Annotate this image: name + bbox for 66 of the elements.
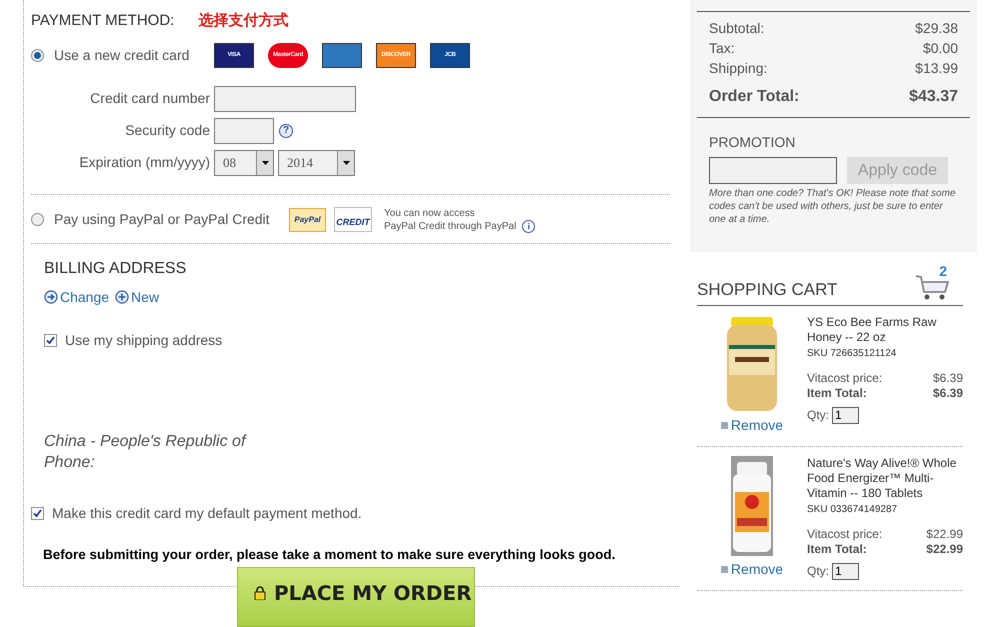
- caret-icon: [342, 160, 350, 164]
- paypal-note: You can now access: [384, 206, 476, 220]
- remove-link[interactable]: Remove: [720, 559, 784, 580]
- summary-label: Tax:: [709, 39, 735, 57]
- card-number-field[interactable]: [214, 86, 356, 112]
- radio-button[interactable]: [31, 213, 44, 226]
- section-note: 选择支付方式: [198, 11, 288, 31]
- option-label: Use a new credit card: [54, 46, 190, 64]
- plus-circle-icon: [115, 290, 130, 304]
- remove-link[interactable]: Remove: [720, 415, 784, 436]
- summary-value: $13.99: [915, 59, 958, 77]
- summary-value: $29.38: [915, 19, 958, 37]
- section-title: PAYMENT METHOD:: [31, 11, 174, 31]
- product-name[interactable]: YS Eco Bee Farms Raw Honey -- 22 oz: [807, 315, 963, 345]
- arrow-circle-icon: [44, 290, 58, 304]
- checkbox[interactable]: [44, 334, 57, 346]
- security-code-field[interactable]: [214, 118, 274, 144]
- qty-label: Qty:: [807, 564, 830, 579]
- lock-icon: [254, 586, 266, 600]
- summary-label: Shipping:: [709, 59, 768, 77]
- section-title: SHOPPING CART: [697, 278, 838, 300]
- dropdown[interactable]: 08: [214, 150, 274, 176]
- quantity-field[interactable]: 1: [832, 563, 860, 580]
- price-label: Vitacost price:: [807, 527, 882, 542]
- promo-note: More than one code? That's OK! Please note that some codes can't be used with others, just be sure to enter one at a time.: [709, 187, 956, 226]
- promo-code-field[interactable]: [709, 157, 837, 184]
- caret-icon: [262, 160, 268, 164]
- quantity-field[interactable]: 1: [832, 407, 860, 424]
- section-title: BILLING ADDRESS: [44, 258, 188, 278]
- checkbox-label: Make this credit card my default payment method.: [52, 504, 362, 523]
- paypal-note: PayPal Credit through PayPal: [384, 220, 516, 232]
- summary-label: Subtotal:: [709, 19, 764, 37]
- total-label: Order Total:: [709, 87, 800, 107]
- product-sku: SKU 033674149287: [807, 503, 898, 517]
- place-order-button[interactable]: PLACE MY ORDER: [237, 567, 475, 627]
- section-title: PROMOTION: [709, 133, 796, 152]
- change-link[interactable]: Change: [44, 286, 110, 308]
- cart-count: 2: [939, 264, 947, 278]
- price-value: $22.99: [926, 527, 963, 542]
- checkbox-label: Use my shipping address: [65, 330, 222, 350]
- address-line: China - People's Republic of: [44, 432, 246, 452]
- field-label: Security code: [124, 121, 211, 140]
- item-total-label: Item Total:: [807, 542, 867, 557]
- summary-value: $0.00: [922, 39, 958, 57]
- price-value: $6.39: [932, 371, 963, 386]
- notice-text: Before submitting your order, please take a moment to make sure everything looks good.: [43, 546, 616, 564]
- help-icon[interactable]: ?: [279, 124, 293, 138]
- field-label: Expiration (mm/yyyy): [78, 153, 211, 172]
- dropdown[interactable]: 2014: [278, 150, 355, 176]
- radio-button[interactable]: [31, 48, 44, 62]
- price-label: Vitacost price:: [807, 371, 882, 386]
- item-total-value: $22.99: [926, 542, 963, 557]
- qty-label: Qty:: [807, 408, 830, 423]
- paypal-logo: PayPal: [289, 208, 326, 232]
- checkbox[interactable]: [31, 506, 44, 520]
- field-label: Credit card number: [89, 89, 211, 108]
- total-value: $43.37: [909, 87, 958, 107]
- address-line: Phone:: [44, 452, 95, 472]
- item-total-value: $6.39: [932, 386, 963, 401]
- info-icon[interactable]: i: [522, 220, 536, 232]
- product-name[interactable]: Nature's Way Alive!® Whole Food Energizer™ Multi-Vitamin -- 180 Tablets: [807, 456, 963, 501]
- paypal-credit-logo: CREDIT: [334, 207, 372, 232]
- new-link[interactable]: New: [115, 286, 160, 308]
- product-sku: SKU 726635121124: [807, 347, 898, 361]
- item-total-label: Item Total:: [807, 386, 867, 401]
- option-label: Pay using PayPal or PayPal Credit: [54, 210, 271, 229]
